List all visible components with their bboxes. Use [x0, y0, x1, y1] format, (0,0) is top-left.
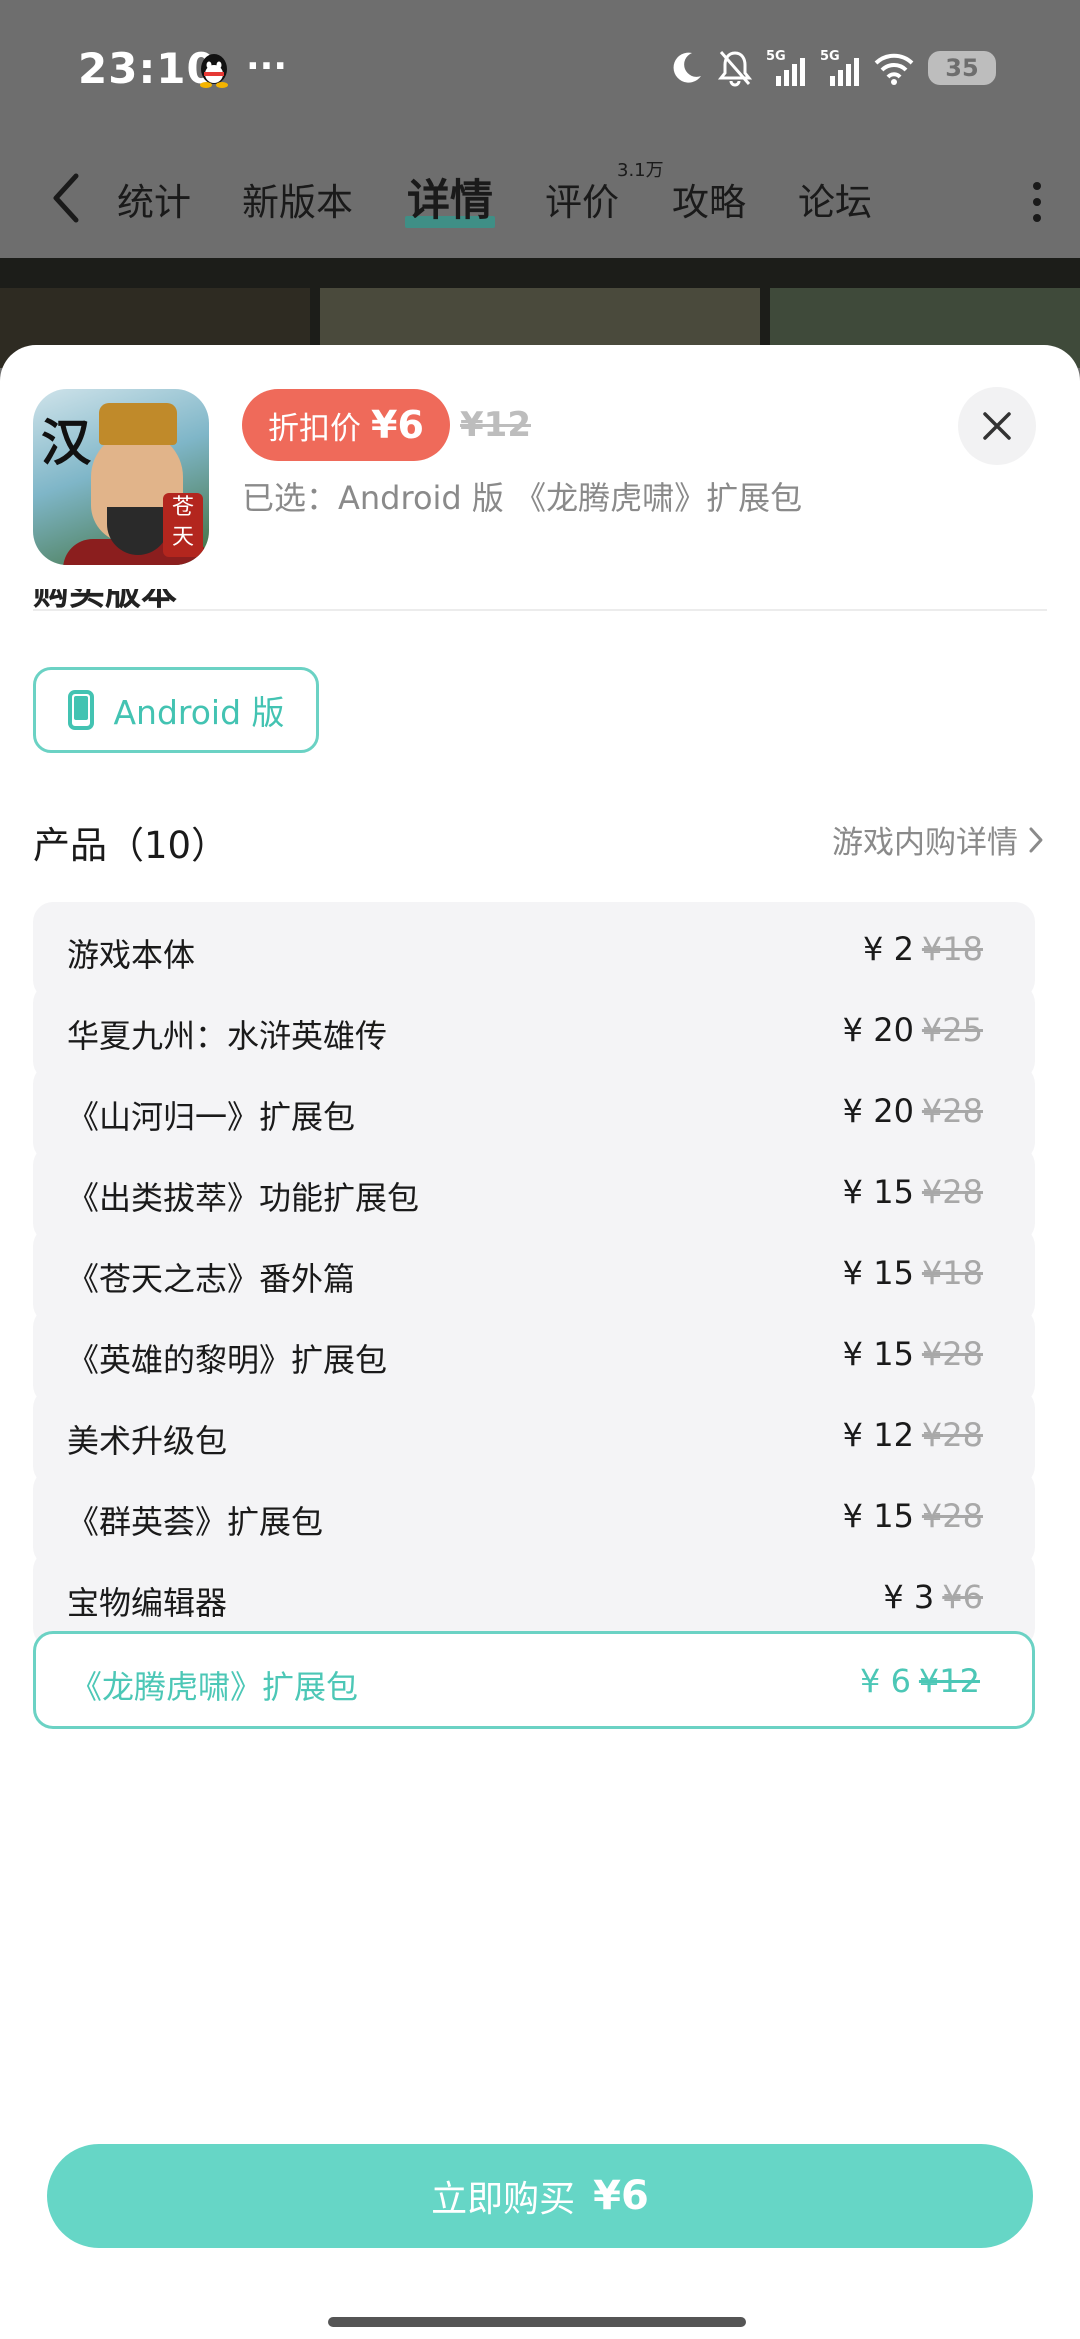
product-orig-price: ¥25: [921, 1011, 983, 1049]
product-sale-price: ¥ 3: [883, 1578, 935, 1616]
tab-forum[interactable]: 论坛: [798, 172, 872, 226]
product-orig-price: ¥28: [921, 1497, 983, 1535]
original-price: ¥12: [460, 405, 531, 445]
product-price: ¥ 15 ¥28: [843, 1173, 983, 1211]
product-price: ¥ 15 ¥28: [843, 1497, 983, 1535]
status-bar: 23:10 ··· 5G 5G 35: [0, 0, 1080, 140]
product-sale-price: ¥ 12: [842, 1416, 914, 1454]
platform-label: Android 版: [113, 693, 285, 732]
signal-5g-icon: 5G: [820, 49, 859, 86]
product-sale-price: ¥ 15: [842, 1497, 914, 1535]
platform-android-option[interactable]: Android 版: [33, 667, 319, 753]
product-price: ¥ 12 ¥28: [843, 1416, 983, 1454]
product-sale-price: ¥ 15: [842, 1254, 914, 1292]
tab-new-version[interactable]: 新版本: [242, 172, 353, 226]
product-orig-price: ¥28: [921, 1092, 983, 1130]
battery-icon: 35: [928, 51, 996, 85]
icon-seal: 苍天: [163, 493, 203, 557]
product-sale-price: ¥ 2: [863, 930, 914, 968]
signal-5g-icon: 5G: [766, 49, 805, 86]
icon-title-char: 汉: [41, 413, 91, 472]
product-orig-price: ¥28: [921, 1335, 983, 1373]
tab-guides[interactable]: 攻略: [672, 172, 746, 226]
product-name: 《山河归一》扩展包: [67, 1098, 356, 1136]
home-indicator[interactable]: [328, 2317, 746, 2327]
product-name: 《龙腾虎啸》扩展包: [70, 1668, 359, 1706]
tab-stats[interactable]: 统计: [117, 172, 191, 226]
product-sale-price: ¥ 15: [842, 1173, 914, 1211]
back-arrow-icon[interactable]: [46, 170, 86, 226]
tab-reviews[interactable]: 评价: [545, 172, 619, 226]
buy-now-price: ¥6: [593, 2173, 649, 2219]
discount-badge: 折扣价 ¥6: [242, 389, 450, 461]
product-name: 宝物编辑器: [67, 1584, 228, 1622]
product-name: 游戏本体: [67, 936, 196, 974]
product-price: ¥ 2 ¥18: [863, 930, 983, 968]
discount-price: ¥6: [371, 403, 424, 447]
close-button[interactable]: [958, 387, 1036, 465]
game-app-icon: 汉 苍天: [33, 389, 209, 565]
product-price: ¥ 3 ¥6: [883, 1578, 983, 1616]
product-orig-price: ¥6: [942, 1578, 983, 1616]
tab-details[interactable]: 详情: [407, 166, 493, 228]
review-count-badge: 3.1万: [617, 160, 664, 181]
iap-details-link[interactable]: 游戏内购详情: [832, 817, 1044, 862]
product-orig-price: ¥12: [918, 1662, 980, 1700]
product-price: ¥ 15 ¥18: [843, 1254, 983, 1292]
products-title: 产品（10）: [33, 824, 229, 867]
product-name: 《群英荟》扩展包: [67, 1503, 324, 1541]
product-orig-price: ¥28: [921, 1416, 983, 1454]
product-price: ¥ 6 ¥12: [860, 1662, 980, 1700]
product-row-selected[interactable]: 《龙腾虎啸》扩展包 ¥ 6 ¥12: [33, 1631, 1035, 1729]
product-sale-price: ¥ 15: [842, 1335, 914, 1373]
product-price: ¥ 20 ¥28: [843, 1092, 983, 1130]
wifi-icon: [874, 53, 914, 85]
product-price: ¥ 15 ¥28: [843, 1335, 983, 1373]
product-price: ¥ 20 ¥25: [843, 1011, 983, 1049]
purchase-sheet: 汉 苍天 折扣价 ¥6 ¥12 已选：Android 版 《龙腾虎啸》扩展包 购…: [0, 345, 1080, 2339]
product-name: 《英雄的黎明》扩展包: [67, 1341, 388, 1379]
product-name: 《苍天之志》番外篇: [67, 1260, 356, 1298]
status-icons: 5G 5G 35: [670, 46, 996, 90]
product-orig-price: ¥28: [921, 1173, 983, 1211]
product-name: 华夏九州：水浒英雄传: [67, 1017, 388, 1055]
iap-details-label: 游戏内购详情: [832, 825, 1018, 861]
selected-summary: 已选：Android 版 《龙腾虎啸》扩展包: [242, 479, 803, 517]
svg-text:5G: 5G: [820, 49, 840, 64]
chevron-right-icon: [1029, 827, 1043, 852]
product-name: 《出类拔萃》功能扩展包: [67, 1179, 420, 1217]
product-name: 美术升级包: [67, 1422, 228, 1460]
phone-icon: [68, 690, 95, 730]
version-heading-text: 购买版本: [33, 589, 177, 609]
nav-bar: 统计 新版本 详情 评价 3.1万 攻略 论坛: [0, 150, 1080, 260]
buy-now-label: 立即购买: [431, 2179, 576, 2220]
more-vertical-icon[interactable]: [1030, 178, 1044, 226]
close-icon: [983, 412, 1011, 440]
product-sale-price: ¥ 6: [860, 1662, 911, 1700]
product-sale-price: ¥ 20: [842, 1011, 914, 1049]
qq-icon: [200, 54, 228, 88]
bell-muted-icon: [718, 51, 752, 87]
product-orig-price: ¥18: [921, 1254, 983, 1292]
icon-crown: [99, 403, 177, 445]
version-section-heading: 购买版本: [33, 589, 433, 609]
product-orig-price: ¥18: [921, 930, 983, 968]
divider: [33, 609, 1047, 611]
status-more: ···: [246, 46, 288, 87]
svg-text:5G: 5G: [766, 49, 786, 64]
buy-now-button[interactable]: 立即购买 ¥6: [47, 2144, 1033, 2248]
discount-label: 折扣价: [268, 410, 361, 447]
product-sale-price: ¥ 20: [842, 1092, 914, 1130]
moon-icon: [673, 52, 701, 83]
